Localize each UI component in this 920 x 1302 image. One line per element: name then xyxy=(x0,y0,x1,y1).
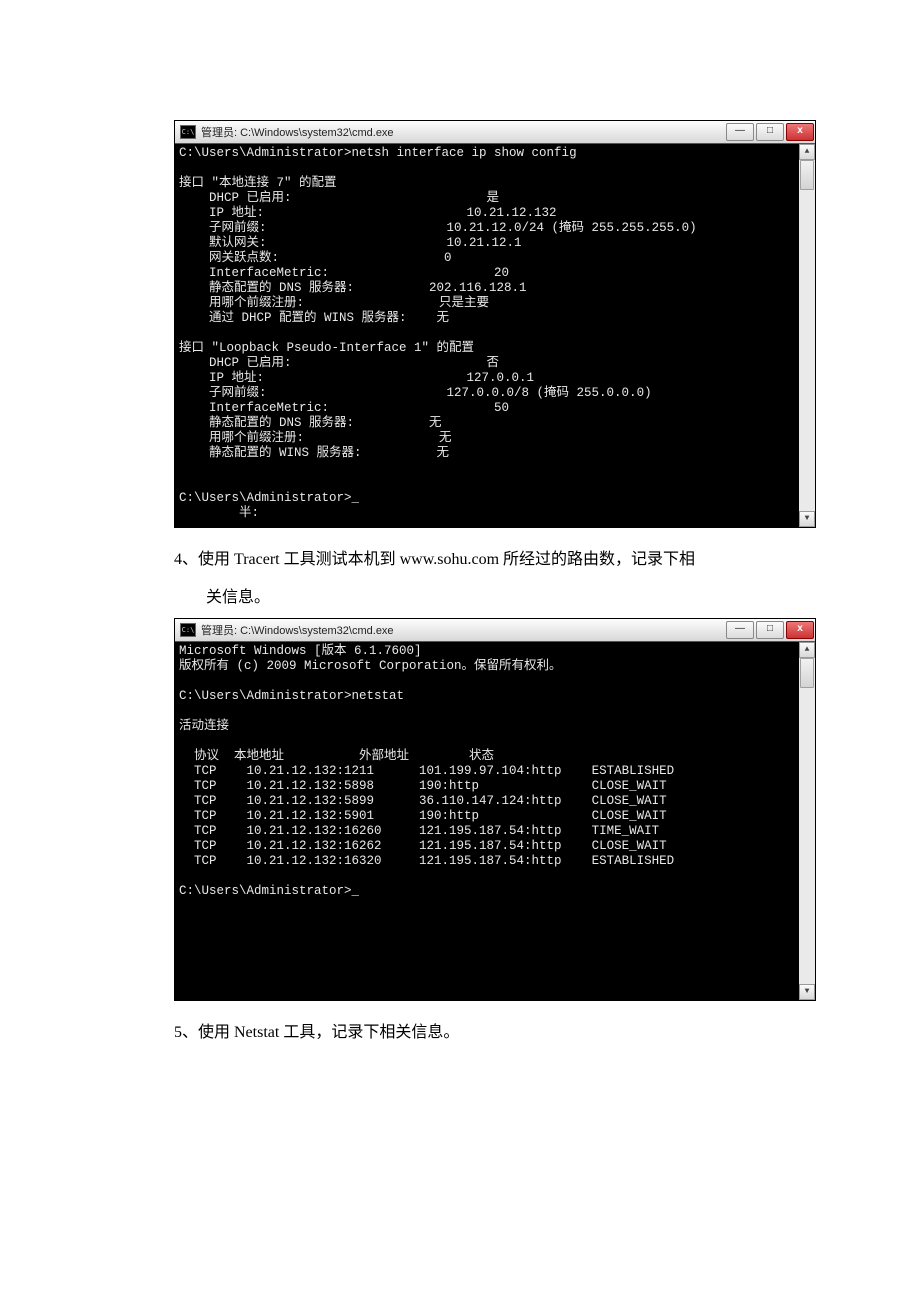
scroll-down-icon[interactable]: ▼ xyxy=(799,511,815,527)
instruction-4-line1: 4、使用 Tracert 工具测试本机到 www.sohu.com 所经过的路由… xyxy=(174,546,746,574)
scroll-thumb[interactable] xyxy=(800,658,814,688)
terminal-text: C:\Users\Administrator>netsh interface i… xyxy=(179,146,697,520)
scroll-track[interactable] xyxy=(799,658,815,984)
minimize-button[interactable]: — xyxy=(726,123,754,141)
scroll-up-icon[interactable]: ▲ xyxy=(799,144,815,160)
close-button[interactable]: x xyxy=(786,123,814,141)
maximize-button[interactable]: □ xyxy=(756,123,784,141)
cmd-window-netsh: C:\ 管理员: C:\Windows\system32\cmd.exe — □… xyxy=(174,120,816,528)
terminal-output: Microsoft Windows [版本 6.1.7600] 版权所有 (c)… xyxy=(175,642,815,1000)
titlebar: C:\ 管理员: C:\Windows\system32\cmd.exe — □… xyxy=(175,619,815,642)
scroll-track[interactable] xyxy=(799,160,815,511)
minimize-button[interactable]: — xyxy=(726,621,754,639)
scroll-down-icon[interactable]: ▼ xyxy=(799,984,815,1000)
scroll-thumb[interactable] xyxy=(800,160,814,190)
window-controls: — □ x xyxy=(726,123,815,141)
scrollbar[interactable]: ▲ ▼ xyxy=(799,144,815,527)
window-title: 管理员: C:\Windows\system32\cmd.exe xyxy=(201,124,726,140)
cmd-icon: C:\ xyxy=(180,623,196,637)
terminal-output: C:\Users\Administrator>netsh interface i… xyxy=(175,144,815,527)
close-button[interactable]: x xyxy=(786,621,814,639)
instruction-5: 5、使用 Netstat 工具，记录下相关信息。 xyxy=(174,1019,746,1047)
terminal-text: Microsoft Windows [版本 6.1.7600] 版权所有 (c)… xyxy=(179,644,674,898)
instruction-4-line2: 关信息。 xyxy=(174,584,746,612)
scroll-up-icon[interactable]: ▲ xyxy=(799,642,815,658)
titlebar: C:\ 管理员: C:\Windows\system32\cmd.exe — □… xyxy=(175,121,815,144)
window-controls: — □ x xyxy=(726,621,815,639)
maximize-button[interactable]: □ xyxy=(756,621,784,639)
cmd-window-netstat: C:\ 管理员: C:\Windows\system32\cmd.exe — □… xyxy=(174,618,816,1001)
window-title: 管理员: C:\Windows\system32\cmd.exe xyxy=(201,622,726,638)
scrollbar[interactable]: ▲ ▼ xyxy=(799,642,815,1000)
cmd-icon: C:\ xyxy=(180,125,196,139)
